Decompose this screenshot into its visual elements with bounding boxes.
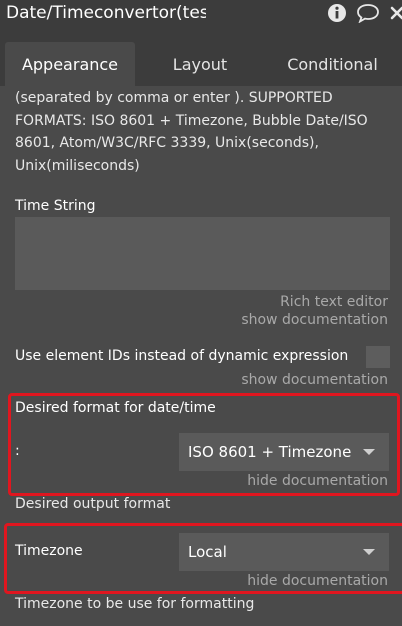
rich-text-editor-link[interactable]: Rich text editor: [280, 294, 388, 310]
close-icon[interactable]: [388, 0, 402, 26]
chevron-down-icon: [363, 549, 375, 555]
tab-conditional[interactable]: Conditional: [265, 42, 400, 86]
hide-documentation-link[interactable]: hide documentation: [247, 473, 388, 489]
desired-format-doc-text: Desired output format: [15, 496, 171, 512]
info-icon[interactable]: [326, 0, 348, 26]
timezone-value: Local: [188, 543, 227, 561]
desired-format-dropdown[interactable]: ISO 8601 + Timezone: [179, 433, 389, 471]
timezone-doc-text: Timezone to be use for formatting: [15, 596, 255, 612]
tab-bar: Appearance Layout Conditional: [0, 26, 402, 86]
element-ids-label: Use element IDs instead of dynamic expre…: [15, 348, 349, 364]
show-documentation-link[interactable]: show documentation: [241, 372, 388, 388]
element-ids-checkbox[interactable]: [366, 346, 390, 368]
comment-icon[interactable]: [355, 0, 381, 26]
desired-format-colon: :: [15, 443, 20, 459]
hide-documentation-link[interactable]: hide documentation: [247, 573, 388, 589]
timezone-dropdown[interactable]: Local: [179, 533, 389, 571]
title-bar: Date/Timeconvertor(test: [0, 0, 402, 26]
field-description: (separated by comma or enter ). SUPPORTE…: [15, 90, 368, 174]
show-documentation-link[interactable]: show documentation: [241, 312, 388, 328]
desired-format-label: Desired format for date/time: [15, 400, 216, 416]
time-string-input[interactable]: [15, 217, 390, 290]
timezone-label: Timezone: [15, 543, 83, 559]
tab-layout[interactable]: Layout: [135, 42, 265, 86]
tab-appearance[interactable]: Appearance: [5, 42, 135, 86]
time-string-label: Time String: [15, 198, 96, 214]
desired-format-value: ISO 8601 + Timezone: [188, 443, 352, 461]
window-title: Date/Timeconvertor(test: [6, 3, 206, 23]
chevron-down-icon: [363, 449, 375, 455]
